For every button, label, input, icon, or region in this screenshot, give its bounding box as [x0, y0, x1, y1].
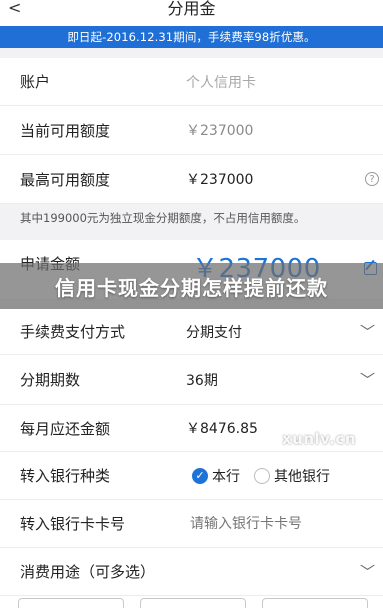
help-icon[interactable]: ?	[365, 172, 379, 186]
installments-label: 分期期数	[20, 371, 81, 389]
account-value: 个人信用卡	[186, 74, 256, 91]
bank-type-label: 转入银行种类	[20, 467, 111, 485]
bank-type-row: 转入银行种类 ✓ 本行 其他银行	[0, 452, 383, 500]
account-row[interactable]: 账户 个人信用卡	[0, 58, 383, 106]
promo-banner: 即日起-2016.12.31期间，手续费率98折优惠。	[0, 26, 383, 48]
article-title: 信用卡现金分期怎样提前还款	[55, 275, 328, 300]
top-bar: < 分用金	[0, 0, 383, 26]
promo-text: 即日起-2016.12.31期间，手续费率98折优惠。	[67, 30, 316, 44]
installments-value: 36期	[186, 372, 218, 389]
current-limit-value: ￥237000	[186, 123, 254, 139]
current-limit-row: 当前可用额度 ￥237000	[0, 106, 383, 155]
article-title-overlay: 信用卡现金分期怎样提前还款	[0, 263, 383, 309]
max-limit-row: 最高可用额度 ￥237000 ?	[0, 155, 383, 204]
card-number-label: 转入银行卡卡号	[20, 515, 126, 533]
purpose-chip[interactable]	[140, 598, 246, 608]
current-limit-label: 当前可用额度	[20, 121, 111, 140]
card-number-input[interactable]	[190, 515, 360, 532]
radio-own-bank-label: 本行	[212, 468, 240, 485]
purpose-chip[interactable]	[18, 598, 124, 608]
monthly-label: 每月应还金额	[20, 419, 111, 438]
max-limit-value: ￥237000	[186, 172, 254, 188]
chevron-down-icon[interactable]: ﹀	[360, 561, 375, 582]
max-limit-label: 最高可用额度	[20, 170, 111, 189]
card-number-row[interactable]: 转入银行卡卡号	[0, 500, 383, 548]
radio-other-bank-label: 其他银行	[274, 468, 330, 485]
watermark: xunlv.cn	[282, 430, 356, 448]
fee-method-label: 手续费支付方式	[20, 323, 126, 341]
purpose-chips	[0, 596, 383, 608]
radio-empty-icon	[254, 467, 270, 484]
purpose-chip[interactable]	[262, 598, 368, 608]
bank-type-radio-group: ✓ 本行 其他银行	[192, 466, 330, 486]
chevron-down-icon[interactable]: ﹀	[360, 369, 375, 390]
fee-method-row[interactable]: 手续费支付方式 分期支付 ﹀	[0, 309, 383, 355]
page-title: 分用金	[167, 0, 216, 18]
radio-other-bank[interactable]: 其他银行	[254, 466, 330, 486]
chevron-down-icon[interactable]: ﹀	[360, 321, 375, 342]
check-icon: ✓	[192, 467, 208, 484]
fee-method-value: 分期支付	[186, 324, 242, 341]
installments-row[interactable]: 分期期数 36期 ﹀	[0, 355, 383, 405]
purpose-label: 消费用途（可多选）	[20, 563, 156, 581]
monthly-value: ￥8476.85	[186, 421, 258, 437]
chevron-left-icon[interactable]: <	[8, 0, 21, 17]
account-label: 账户	[20, 73, 51, 91]
radio-own-bank[interactable]: ✓ 本行	[192, 466, 240, 486]
purpose-row: 消费用途（可多选） ﹀	[0, 548, 383, 596]
limit-note: 其中199000元为独立现金分期额度，不占用信用额度。	[0, 204, 383, 232]
